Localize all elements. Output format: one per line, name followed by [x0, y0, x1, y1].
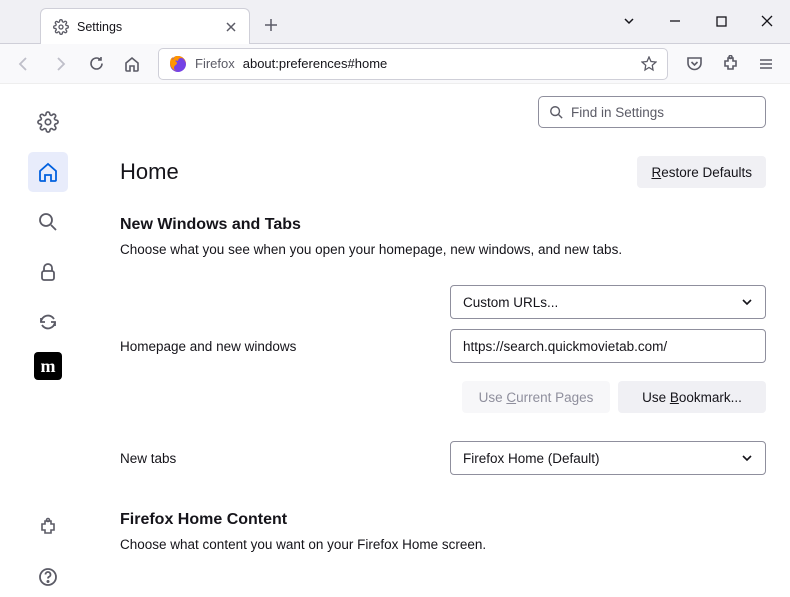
nav-privacy[interactable] [28, 252, 68, 292]
window-titlebar: Settings [0, 0, 790, 44]
forward-button[interactable] [44, 48, 76, 80]
newtabs-mode-select[interactable]: Firefox Home (Default) [450, 441, 766, 475]
browser-tab[interactable]: Settings [40, 8, 250, 44]
section-desc-new-windows: Choose what you see when you open your h… [120, 242, 766, 257]
back-button[interactable] [8, 48, 40, 80]
firefox-icon [169, 55, 187, 73]
close-tab-button[interactable] [223, 19, 239, 35]
menu-button[interactable] [750, 48, 782, 80]
reload-button[interactable] [80, 48, 112, 80]
use-bookmark-button[interactable]: Use Bookmark... [618, 381, 766, 413]
urlbar-address: about:preferences#home [243, 56, 641, 71]
extensions-button[interactable] [714, 48, 746, 80]
nav-more-from-mozilla[interactable]: m [34, 352, 62, 380]
homepage-url-input[interactable] [450, 329, 766, 363]
find-placeholder: Find in Settings [571, 105, 664, 120]
nav-extensions[interactable] [28, 507, 68, 547]
nav-sync[interactable] [28, 302, 68, 342]
chevron-down-icon [741, 452, 753, 464]
find-in-settings-input[interactable]: Find in Settings [538, 96, 766, 128]
new-tab-button[interactable] [256, 10, 286, 40]
newtabs-label: New tabs [120, 451, 450, 466]
section-heading-home-content: Firefox Home Content [120, 511, 766, 529]
settings-main: Find in Settings Home Restore Defaults N… [96, 84, 790, 597]
chevron-down-icon [741, 296, 753, 308]
window-minimize-button[interactable] [652, 0, 698, 43]
settings-sidenav: m [0, 84, 96, 597]
homepage-label: Homepage and new windows [120, 339, 450, 354]
window-close-button[interactable] [744, 0, 790, 43]
tab-title: Settings [77, 20, 223, 34]
section-desc-home-content: Choose what content you want on your Fir… [120, 537, 766, 552]
nav-support[interactable] [28, 557, 68, 597]
restore-defaults-button[interactable]: Restore Defaults [637, 156, 766, 188]
section-heading-new-windows: New Windows and Tabs [120, 216, 766, 234]
bookmark-star-icon[interactable] [641, 56, 657, 72]
use-current-pages-button[interactable]: Use Current Pages [462, 381, 610, 413]
page-title: Home [120, 159, 179, 185]
select-value: Custom URLs... [463, 295, 558, 310]
nav-general[interactable] [28, 102, 68, 142]
nav-home[interactable] [28, 152, 68, 192]
tabs-dropdown-button[interactable] [606, 0, 652, 43]
gear-icon [53, 19, 69, 35]
search-icon [549, 105, 563, 119]
urlbar-brand: Firefox [195, 56, 235, 71]
browser-toolbar: Firefox about:preferences#home [0, 44, 790, 84]
pocket-button[interactable] [678, 48, 710, 80]
home-button[interactable] [116, 48, 148, 80]
nav-search[interactable] [28, 202, 68, 242]
homepage-mode-select[interactable]: Custom URLs... [450, 285, 766, 319]
address-bar[interactable]: Firefox about:preferences#home [158, 48, 668, 80]
select-value: Firefox Home (Default) [463, 451, 600, 466]
window-maximize-button[interactable] [698, 0, 744, 43]
